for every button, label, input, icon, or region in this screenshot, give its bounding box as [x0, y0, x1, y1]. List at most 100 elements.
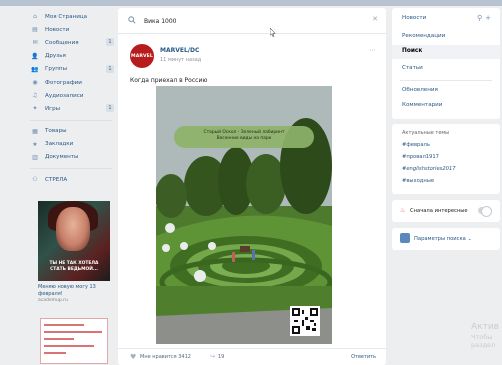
nav-label: Документы: [45, 154, 79, 161]
nav-item-bookmarks[interactable]: ★ Закладки: [30, 138, 118, 151]
nav-label: Моя Страница: [45, 13, 88, 20]
search-params-row[interactable]: Параметры поиска ⌄: [392, 228, 500, 250]
nav-item-my-page[interactable]: ⌂ Моя Страница: [30, 10, 118, 23]
news-sections-menu: Новости ⚲+ Рекомендации Поиск Статьи Обн…: [392, 8, 500, 119]
menu-item-search-active[interactable]: Поиск: [392, 45, 500, 59]
nav-item-goods[interactable]: ▦ Товары: [30, 125, 118, 138]
trending-topics: Актуальные темы #февраль #провал1917 #en…: [392, 124, 500, 194]
search-params-text: Параметры поиска: [414, 236, 466, 242]
nav-label: Закладки: [45, 141, 74, 148]
floating-thumbnail[interactable]: [40, 318, 108, 364]
like-button[interactable]: Мне нравится 3412: [140, 354, 191, 360]
menu-item-recommendations[interactable]: Рекомендации: [402, 33, 445, 39]
nav-label: Группы: [45, 66, 68, 73]
news-icon: ▤: [32, 26, 38, 34]
post-photo[interactable]: Старый Оскол - Зеленый лабиринт Весенние…: [156, 86, 332, 344]
home-icon: ⌂: [33, 13, 37, 21]
topic-tag[interactable]: #выходные: [402, 178, 434, 184]
nav-item-photos[interactable]: ◉ Фотографии: [30, 76, 118, 89]
search-input[interactable]: [144, 14, 364, 28]
nav-divider: [30, 119, 112, 121]
post-actions: ♥ Мне нравится 3412 ↪ 19 Ответить: [118, 348, 386, 365]
ad-image-face: [56, 207, 90, 251]
nav-label: Сообщения: [45, 39, 79, 46]
thumbnail-line: [44, 352, 66, 354]
filter-icon[interactable]: ⚲: [477, 14, 485, 22]
messages-icon: ✉: [32, 39, 38, 47]
ad-image[interactable]: ТЫ НЕ ТАК ХОТЕЛА СТАТЬ ВЕДЬМОЙ...: [38, 201, 110, 281]
music-icon: ♫: [32, 92, 38, 100]
windows-activation-watermark: Актив Чтобы раздел: [471, 322, 499, 350]
nav-label: Аудиозаписи: [45, 92, 84, 99]
reply-button[interactable]: Ответить: [351, 354, 376, 360]
ad-domain: academup.ru: [38, 298, 68, 303]
watermark-line: Актив: [471, 322, 499, 332]
fire-icon: ♨: [400, 207, 406, 214]
menu-divider: [400, 80, 492, 81]
share-icon[interactable]: ↪: [210, 353, 215, 360]
header-actions: ⚲+: [477, 14, 494, 22]
menu-item-updates[interactable]: Обновления: [402, 87, 438, 93]
nav-label: Игры: [45, 105, 61, 112]
menu-item-label: Поиск: [402, 48, 423, 54]
app-icon: ⚇: [32, 176, 38, 184]
nav-label: Друзья: [45, 53, 66, 60]
topic-tag[interactable]: #февраль: [402, 142, 430, 148]
nav-label: Новости: [45, 26, 70, 33]
nav-item-friends[interactable]: 👤 Друзья: [30, 50, 118, 63]
menu-item-comments[interactable]: Комментарии: [402, 102, 442, 108]
messages-count-badge: 1: [106, 38, 114, 47]
search-bar: ✕: [118, 8, 386, 34]
photo-caption-title: Старый Оскол - Зеленый лабиринт: [203, 130, 285, 135]
post-text: Когда приехал в Россию: [130, 77, 208, 84]
heart-icon[interactable]: ♥: [130, 353, 136, 361]
news-feed: ✕ MARVEL MARVEL/DC 11 минут назад ⋯ Когд…: [118, 8, 386, 365]
topic-tag[interactable]: #englishstories2017: [402, 166, 456, 172]
thumbnail-line: [44, 331, 102, 333]
close-icon[interactable]: ✕: [372, 15, 378, 23]
menu-news-header[interactable]: Новости: [402, 15, 426, 21]
bookmarks-icon: ★: [32, 140, 38, 148]
thumbnail-line: [44, 338, 74, 340]
left-sidebar: ⌂ Моя Страница ▤ Новости ✉ Сообщения 1 👤…: [30, 10, 118, 186]
sidebar-ad[interactable]: ТЫ НЕ ТАК ХОТЕЛА СТАТЬ ВЕДЬМОЙ... Меняю …: [38, 201, 110, 303]
post-timestamp[interactable]: 11 минут назад: [160, 57, 201, 63]
plus-icon[interactable]: +: [485, 14, 494, 22]
like-count: 3412: [178, 354, 191, 360]
photo-caption-overlay: Старый Оскол - Зеленый лабиринт Весенние…: [174, 126, 314, 148]
photos-icon: ◉: [32, 79, 38, 87]
nav-item-groups[interactable]: 👥 Группы 1: [30, 63, 118, 76]
nav-item-games[interactable]: ✦ Игры 1: [30, 102, 118, 115]
interesting-first-row: ♨ Сначала интересные: [392, 200, 500, 222]
more-icon[interactable]: ⋯: [369, 46, 376, 54]
nav-divider: [30, 168, 112, 170]
topic-tag[interactable]: #провал1917: [402, 154, 439, 160]
mouse-cursor-icon: [270, 28, 276, 37]
interesting-first-label: Сначала интересные: [410, 208, 468, 214]
photo-caption-subtitle: Весенние виды на парк: [216, 136, 272, 142]
topics-title: Актуальные темы: [402, 130, 450, 136]
post-author-avatar[interactable]: MARVEL: [130, 44, 154, 68]
nav-item-strela-app[interactable]: ⚇ СТРЕЛА: [30, 173, 118, 186]
ad-title-link[interactable]: Меняю новую могу 13 февраля!: [38, 284, 110, 297]
watermark-line: Чтобы: [471, 333, 493, 342]
goods-icon: ▦: [32, 127, 38, 135]
search-icon: [128, 16, 136, 24]
nav-item-documents[interactable]: ▥ Документы: [30, 151, 118, 164]
search-params-label: Параметры поиска ⌄: [414, 236, 472, 242]
qr-code-icon: [290, 306, 320, 336]
nav-item-music[interactable]: ♫ Аудиозаписи: [30, 89, 118, 102]
ad-image-text: ТЫ НЕ ТАК ХОТЕЛА СТАТЬ ВЕДЬМОЙ...: [49, 261, 99, 272]
share-count: 19: [218, 354, 225, 360]
thumbnail-line: [44, 345, 94, 347]
nav-item-messages[interactable]: ✉ Сообщения 1: [30, 36, 118, 49]
documents-icon: ▥: [32, 153, 38, 161]
games-icon: ✦: [32, 105, 38, 113]
interesting-first-toggle[interactable]: [478, 206, 492, 217]
post-author-name[interactable]: MARVEL/DC: [160, 47, 199, 54]
nav-item-news[interactable]: ▤ Новости: [30, 23, 118, 36]
nav-label: Товары: [45, 128, 67, 135]
groups-icon: 👥: [31, 65, 39, 73]
menu-item-articles[interactable]: Статьи: [402, 65, 423, 71]
settings-icon: [400, 233, 410, 243]
